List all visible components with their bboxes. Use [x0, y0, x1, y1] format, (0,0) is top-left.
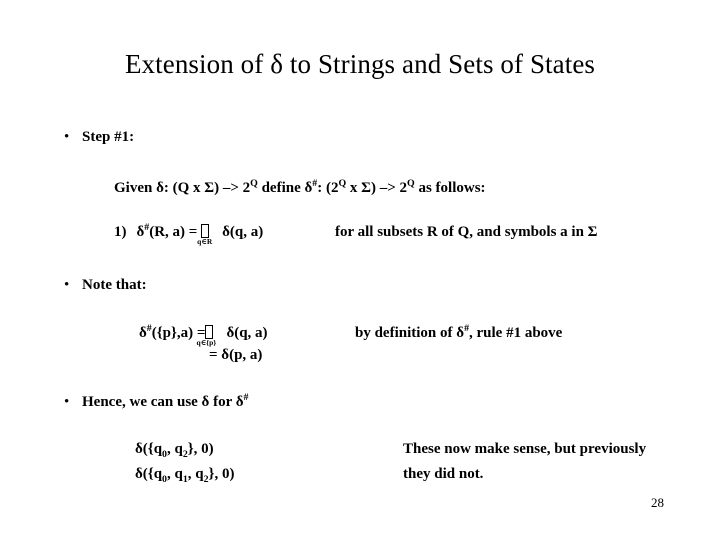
- note-comment-prefix: by definition of δ: [355, 325, 465, 341]
- missing-glyph-box-icon: [205, 325, 214, 339]
- hence-expression-1: δ({q0, q2}, 0): [135, 440, 214, 459]
- missing-glyph-box-icon: [201, 224, 210, 238]
- bullet-marker-icon: •: [64, 394, 70, 410]
- given-sup-q2: Q: [338, 178, 347, 189]
- expr1-suffix: }, 0): [187, 441, 214, 457]
- bullet-label-step1: Step #1:: [82, 129, 135, 145]
- expr2-suffix: }, 0): [208, 466, 235, 482]
- union-operator-icon: q∈R: [197, 223, 212, 246]
- note-line-2: = δ(p, a): [209, 347, 263, 363]
- bullet-label-note: Note that:: [82, 277, 147, 293]
- bullet-item-step1: • Step #1:: [58, 128, 134, 147]
- rule-1-number: 1): [114, 224, 127, 240]
- given-middle: define δ: [257, 180, 313, 196]
- expr2-mid-1: , q: [166, 466, 183, 482]
- given-sup-q1: Q: [250, 178, 258, 189]
- page-number: 28: [651, 495, 664, 510]
- given-prefix: Given δ: (Q x Σ) –> 2: [114, 180, 251, 196]
- rule-1-line: 1) δ#(R, a) = q∈R δ(q, a): [114, 223, 264, 246]
- expr2-prefix: δ({q: [135, 466, 163, 482]
- bullet-marker-icon: •: [64, 129, 70, 145]
- hence-comment-line-2: they did not.: [403, 466, 484, 482]
- given-suffix: as follows:: [414, 180, 486, 196]
- bullet-marker-icon: •: [64, 277, 70, 293]
- expr2-mid-2: , q: [187, 466, 204, 482]
- note-rhs: δ(q, a): [226, 325, 268, 341]
- expr1-prefix: δ({q: [135, 441, 163, 457]
- rule-1-rhs: δ(q, a): [222, 224, 264, 240]
- note-line-1: δ#({p},a) = q∈{p} δ(q, a): [139, 324, 268, 347]
- note-lhs-delta: δ: [139, 325, 147, 341]
- given-after-hash: : (2: [317, 180, 339, 196]
- page-title: Extension of δ to Strings and Sets of St…: [124, 49, 596, 79]
- rule-1-condition: for all subsets R of Q, and symbols a in…: [335, 224, 598, 240]
- hence-text-main: Hence, we can use δ for δ: [82, 394, 244, 410]
- note-comment: by definition of δ#, rule #1 above: [355, 324, 562, 343]
- bullet-item-hence: • Hence, we can use δ for δ#: [58, 393, 248, 412]
- bullet-label-hence: Hence, we can use δ for δ#: [82, 393, 248, 412]
- rule-1-lhs-args: (R, a) =: [149, 224, 202, 240]
- given-definition-line: Given δ: (Q x Σ) –> 2Q define δ#: (2Q x …: [114, 179, 486, 198]
- given-middle2: x Σ) –> 2: [346, 180, 408, 196]
- hence-expression-2: δ({q0, q1, q2}, 0): [135, 465, 234, 484]
- union-lower-limit: q∈R: [197, 237, 213, 246]
- note-comment-suffix: , rule #1 above: [469, 325, 563, 341]
- hence-comment-line-1: These now make sense, but previously: [403, 441, 647, 457]
- given-sup-q3: Q: [407, 178, 415, 189]
- hence-sup-hash: #: [243, 392, 249, 403]
- expr1-mid: , q: [166, 441, 183, 457]
- slide-canvas: Extension of δ to Strings and Sets of St…: [0, 0, 720, 540]
- bullet-item-note: • Note that:: [58, 276, 147, 295]
- union-operator-icon: q∈{p}: [196, 324, 216, 347]
